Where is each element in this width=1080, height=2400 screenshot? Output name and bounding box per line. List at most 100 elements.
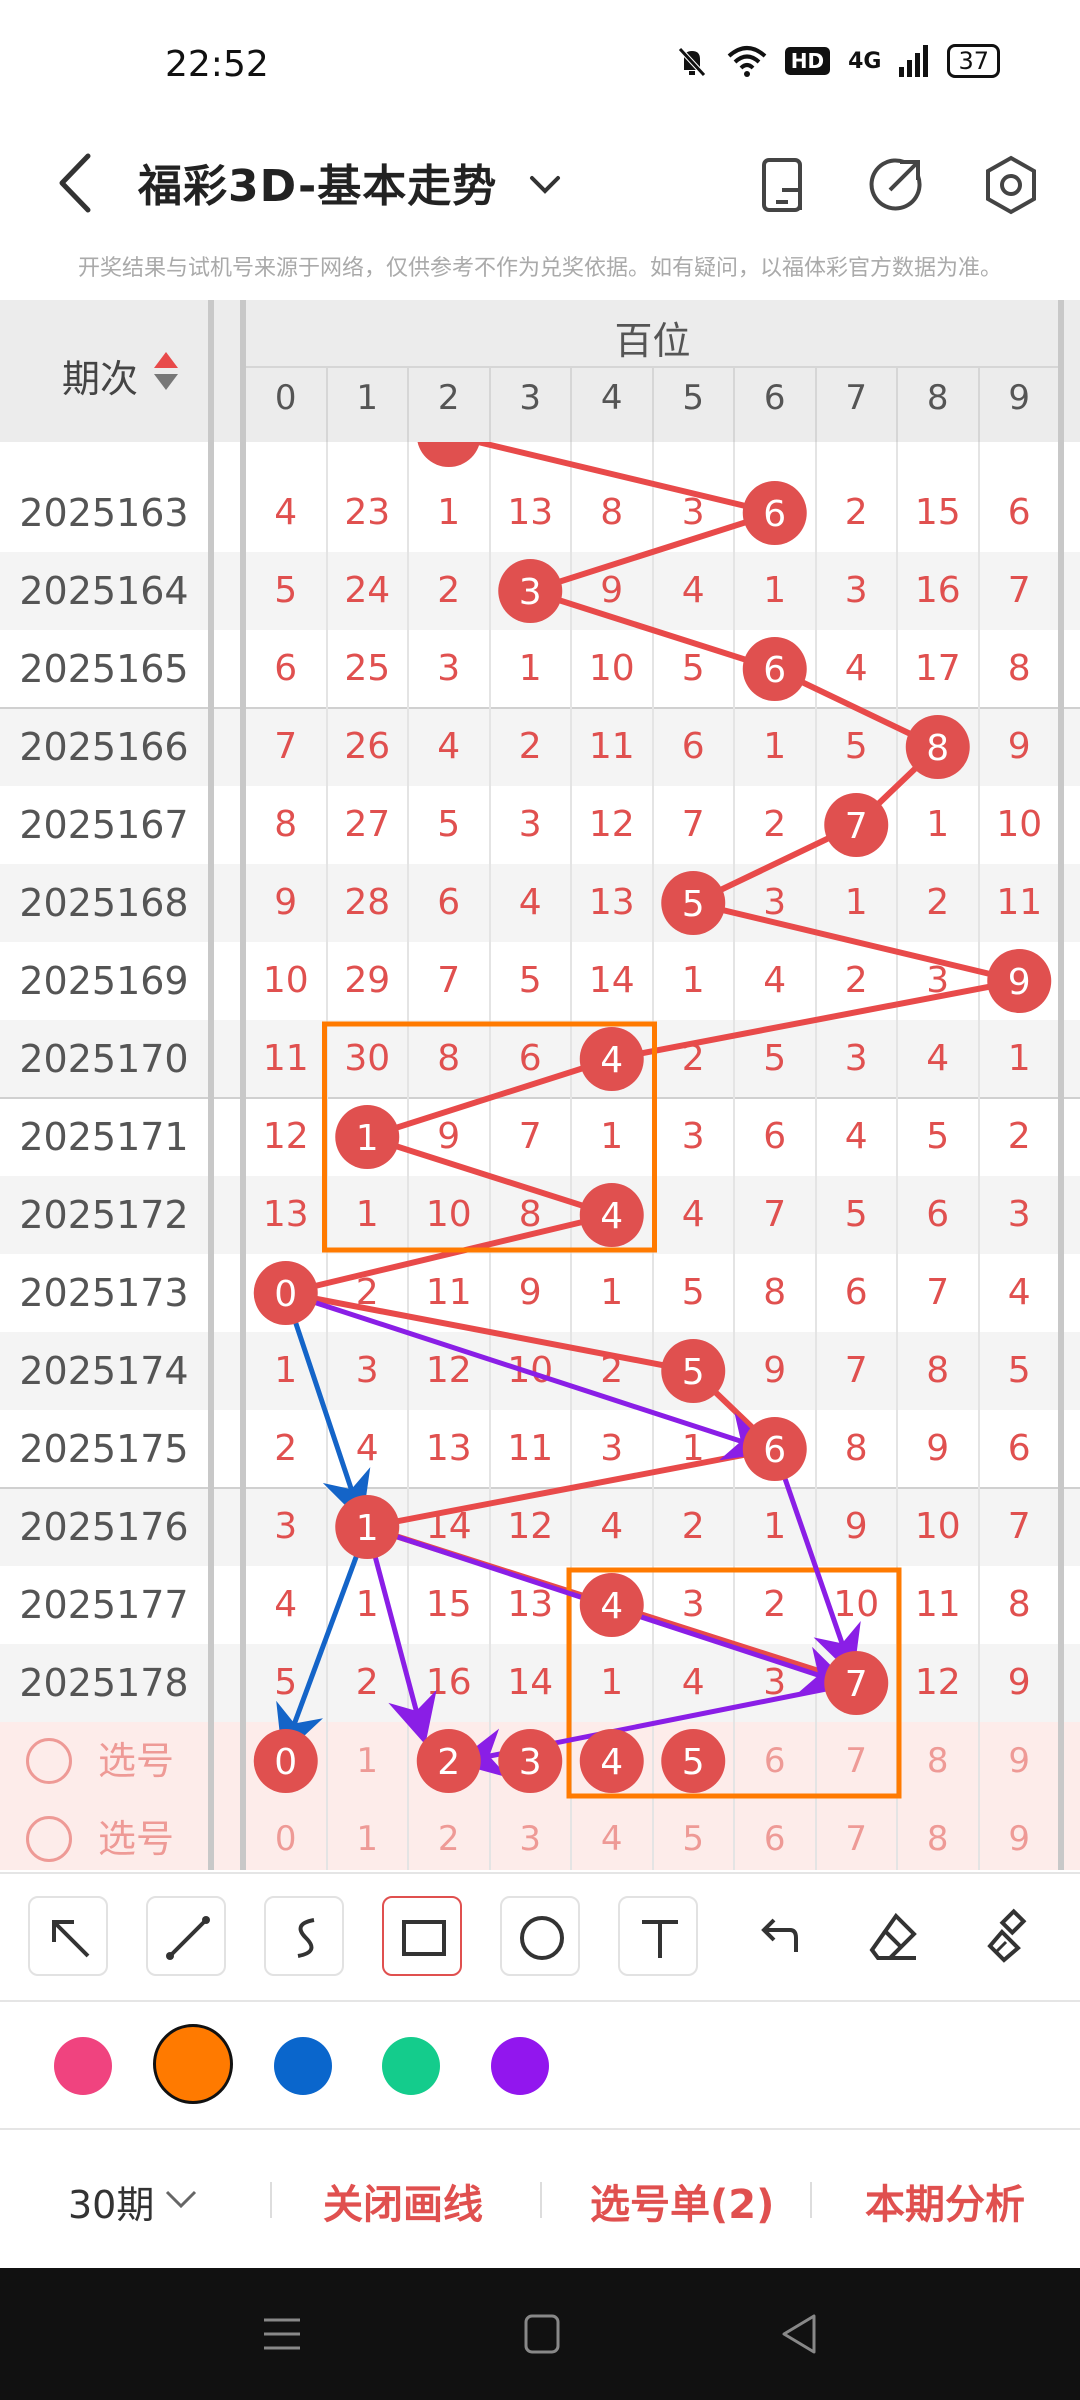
period-header[interactable]: 期次 [62, 348, 138, 403]
omission-cell: 3 [1007, 1194, 1031, 1235]
table-row: 2025175241311316896 [0, 1410, 1080, 1488]
period-analysis-button[interactable]: 本期分析 [865, 2172, 1025, 2230]
home-icon[interactable] [522, 2312, 562, 2356]
omission-cell: 10 [262, 960, 309, 1001]
disclaimer: 开奖结果与试机号来源于网络，仅供参考不作为兑奖依据。如有疑问，以福体彩官方数据为… [77, 256, 1002, 281]
omission-cell: 2 [437, 570, 461, 611]
period-select[interactable]: 30期 [68, 2174, 154, 2229]
arrow-tool[interactable] [28, 1896, 108, 1976]
status-bar: 22:52 HD 4G 37 [0, 0, 1080, 130]
omission-cell: 13 [507, 492, 554, 533]
pick-cell[interactable]: 7 [816, 1800, 896, 1870]
pick-radio[interactable] [26, 1816, 72, 1862]
rectangle-tool[interactable] [382, 1896, 462, 1976]
status-time: 22:52 [165, 44, 269, 85]
digit-header-3: 3 [519, 378, 542, 418]
text-tool[interactable] [618, 1896, 698, 1976]
share-icon[interactable] [860, 150, 930, 220]
pick-cell[interactable]: 6 [735, 1722, 815, 1800]
eraser-icon[interactable] [854, 1896, 934, 1976]
circle-tool[interactable] [500, 1896, 580, 1976]
omission-cell: 4 [844, 648, 868, 689]
pick-cell[interactable]: 8 [898, 1800, 978, 1870]
color-swatch-1[interactable] [153, 2024, 233, 2104]
omission-cell: 6 [844, 1272, 868, 1313]
clear-broom-icon[interactable] [972, 1896, 1052, 1976]
chevron-down-icon[interactable] [163, 2184, 199, 2214]
omission-cell: 3 [518, 804, 542, 845]
omission-cell: 6 [763, 1116, 787, 1157]
mute-bell-icon [677, 47, 706, 77]
selection-list-button[interactable]: 选号单(2) [590, 2172, 774, 2230]
header-grid-line [325, 366, 328, 442]
omission-cell: 3 [600, 1428, 624, 1469]
omission-cell: 12 [588, 804, 635, 845]
pick-cell[interactable]: 6 [735, 1800, 815, 1870]
color-swatch-3[interactable] [382, 2037, 440, 2095]
pick-cell[interactable]: 0 [246, 1800, 326, 1870]
pick-cell[interactable]: 7 [816, 1722, 896, 1800]
pick-cell[interactable]: 5 [653, 1800, 733, 1870]
sort-icon[interactable] [152, 348, 180, 394]
color-swatch-0[interactable] [54, 2037, 112, 2095]
digit-header-9: 9 [1008, 378, 1031, 418]
omission-cell: 4 [274, 492, 298, 533]
pick-cell[interactable]: 9 [979, 1722, 1059, 1800]
omission-cell: 3 [681, 1584, 705, 1625]
screenshot-phone-icon[interactable] [750, 150, 820, 220]
header-grid-line [570, 366, 572, 442]
omission-cell: 7 [1007, 570, 1031, 611]
settings-icon[interactable] [976, 150, 1046, 220]
row-period: 2025169 [19, 959, 189, 1003]
omission-cell: 3 [355, 1350, 379, 1391]
omission-cell: 5 [681, 1272, 705, 1313]
omission-cell: 6 [274, 648, 298, 689]
line-tool[interactable] [146, 1896, 226, 1976]
pick-radio[interactable] [26, 1738, 72, 1784]
omission-cell: 11 [262, 1038, 309, 1079]
row-period: 2025164 [19, 569, 189, 613]
pick-cell[interactable]: 3 [490, 1800, 570, 1870]
pick-cell[interactable]: 2 [409, 1800, 489, 1870]
table-row: 20251763114124219107 [0, 1488, 1080, 1566]
omission-cell: 4 [437, 726, 461, 767]
table-row: 202517302119158674 [0, 1254, 1080, 1332]
pick-cell[interactable]: 4 [572, 1800, 652, 1870]
omission-cell: 1 [763, 726, 787, 767]
pick-cell[interactable]: 9 [979, 1800, 1059, 1870]
chevron-down-icon[interactable] [520, 160, 570, 210]
page-title[interactable]: 福彩3D-基本走势 [138, 150, 497, 214]
curve-tool[interactable] [264, 1896, 344, 1976]
pick-cell[interactable]: 8 [898, 1722, 978, 1800]
pick-cell[interactable]: 1 [327, 1800, 407, 1870]
back-nav-icon[interactable] [780, 2312, 820, 2356]
omission-cell: 5 [274, 1662, 298, 1703]
omission-cell: 5 [926, 1116, 950, 1157]
omission-cell: 12 [425, 1350, 472, 1391]
omission-cell: 1 [763, 570, 787, 611]
omission-cell: 10 [588, 648, 635, 689]
omission-cell: 9 [763, 1350, 787, 1391]
omission-cell: 23 [344, 492, 391, 533]
omission-cell: 4 [274, 1584, 298, 1625]
grid-line [733, 442, 735, 1870]
back-icon[interactable] [48, 148, 108, 218]
pick-cell[interactable]: 1 [327, 1722, 407, 1800]
undo-icon[interactable] [736, 1896, 816, 1976]
omission-cell: 1 [600, 1116, 624, 1157]
omission-cell: 7 [518, 1116, 542, 1157]
omission-cell: 8 [763, 1272, 787, 1313]
menu-icon[interactable] [262, 2312, 302, 2356]
hundreds-group-title: 百位 [614, 319, 691, 363]
omission-cell: 9 [844, 1506, 868, 1547]
close-drawing-button[interactable]: 关闭画线 [323, 2172, 483, 2230]
trend-chart[interactable]: 期次 百位 0123456789 20251634231138362156202… [0, 300, 1080, 1870]
color-swatch-2[interactable] [274, 2037, 332, 2095]
grid-line [977, 442, 980, 1870]
color-swatch-4[interactable] [491, 2037, 549, 2095]
omission-cell: 3 [844, 1038, 868, 1079]
row-period: 2025168 [19, 881, 189, 925]
row-period: 2025178 [19, 1661, 189, 1705]
omission-cell: 26 [344, 726, 391, 767]
omission-cell: 7 [274, 726, 298, 767]
